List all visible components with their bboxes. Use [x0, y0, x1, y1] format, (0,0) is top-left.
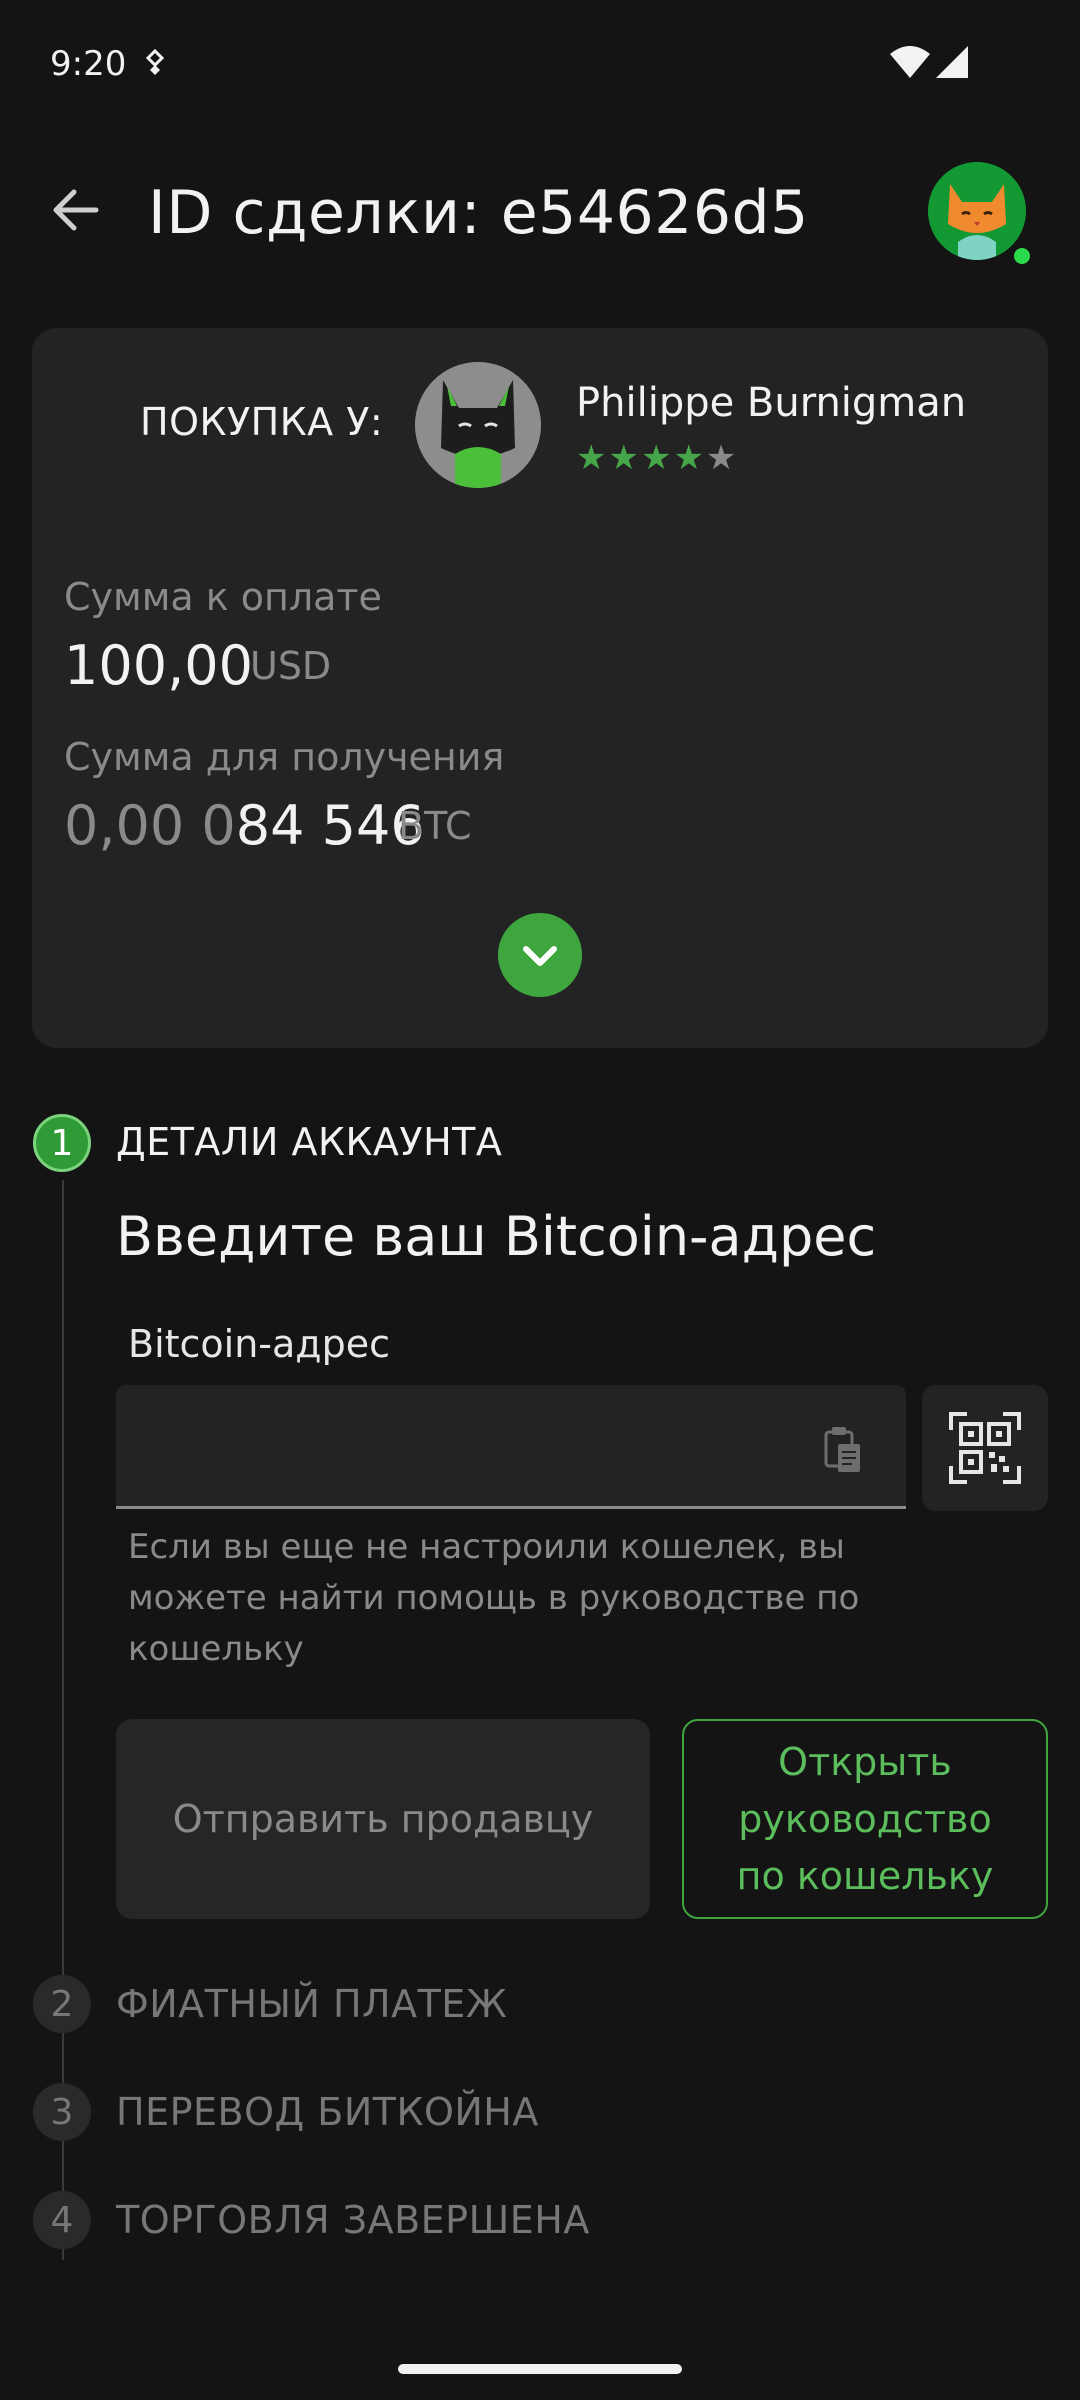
notification-icon [145, 48, 165, 75]
step-4-indicator: 4 [33, 2191, 91, 2249]
step-1-title: ДЕТАЛИ АККАУНТА [116, 1120, 503, 1164]
seller-rating: ★★★★★ [576, 438, 738, 478]
receive-amount-significant: 84 546 [235, 794, 425, 857]
step-4-title: ТОРГОВЛЯ ЗАВЕРШЕНА [116, 2198, 590, 2242]
receive-amount-value: 0,00 084 546 [64, 794, 425, 857]
seller-name[interactable]: Philippe Burnigman [576, 380, 966, 426]
qr-scan-button[interactable] [922, 1385, 1048, 1511]
online-status-dot [1011, 245, 1033, 267]
rating-stars-full: ★★★★ [576, 438, 706, 478]
address-heading: Введите ваш Bitcoin-адрес [116, 1205, 877, 1268]
buy-from-label: ПОКУПКА У: [140, 400, 384, 444]
wifi-icon [890, 46, 930, 78]
cat-avatar-icon [928, 162, 1026, 260]
receive-amount-leading: 0,00 0 [64, 794, 236, 857]
paste-icon[interactable] [818, 1424, 864, 1474]
step-3-indicator: 3 [33, 2083, 91, 2141]
chevron-down-icon [523, 946, 557, 966]
signal-icon [936, 46, 968, 78]
qr-scan-icon [949, 1412, 1021, 1484]
page-title: ID сделки: e54626d5 [148, 178, 809, 248]
receive-currency: BTC [398, 804, 472, 848]
home-indicator[interactable] [398, 2364, 682, 2374]
step-1-indicator: 1 [33, 1114, 91, 1172]
open-wallet-guide-button[interactable]: Открыть руководство по кошельку [682, 1719, 1048, 1919]
send-to-seller-button[interactable]: Отправить продавцу [116, 1719, 650, 1919]
step-2-indicator: 2 [33, 1975, 91, 2033]
pay-currency: USD [250, 644, 332, 688]
user-avatar[interactable] [928, 162, 1026, 260]
status-time: 9:20 [50, 44, 127, 84]
step-2-title: ФИАТНЫЙ ПЛАТЕЖ [116, 1982, 508, 2026]
seller-avatar[interactable] [415, 362, 541, 488]
pay-amount-label: Сумма к оплате [64, 575, 382, 619]
step-3-title: ПЕРЕВОД БИТКОЙНА [116, 2090, 539, 2134]
wallet-helper-text: Если вы еще не настроили кошелек, вы мож… [128, 1527, 860, 1669]
pay-amount-value: 100,00 [64, 634, 253, 697]
black-cat-avatar-icon [415, 362, 541, 488]
bitcoin-address-input[interactable] [116, 1385, 906, 1509]
bitcoin-address-label: Bitcoin-адрес [128, 1322, 390, 1366]
expand-details-button[interactable] [498, 913, 582, 997]
receive-amount-label: Сумма для получения [64, 735, 505, 779]
back-arrow-icon[interactable] [48, 182, 104, 238]
rating-star-half: ★ [705, 438, 739, 478]
